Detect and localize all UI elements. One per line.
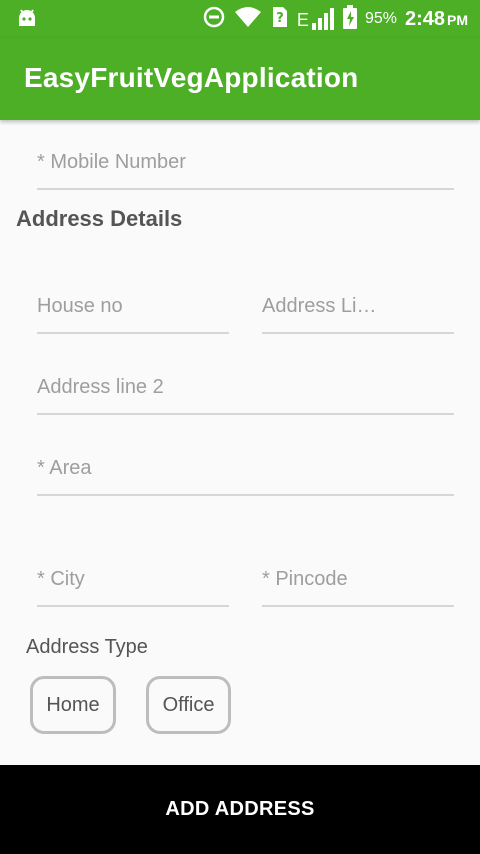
- bottom-action-bar: ADD ADDRESS: [0, 765, 480, 854]
- signal-icon: E: [297, 7, 335, 31]
- address-details-heading: Address Details: [16, 206, 183, 231]
- address-line2-field[interactable]: Address line 2: [37, 361, 454, 415]
- wifi-icon: [233, 6, 263, 33]
- address-type-office-button[interactable]: Office: [146, 676, 231, 734]
- mobile-number-field[interactable]: * Mobile Number: [37, 136, 454, 190]
- city-placeholder: * City: [37, 568, 85, 590]
- clock-ampm: PM: [447, 11, 468, 28]
- android-icon: [16, 8, 38, 33]
- battery-percent: 95%: [364, 10, 397, 27]
- pincode-placeholder: * Pincode: [262, 568, 348, 590]
- status-bar: ? E 95% 2:48 PM: [0, 0, 480, 38]
- battery-charging-icon: [342, 4, 357, 34]
- no-sim-icon: ?: [271, 5, 289, 34]
- network-type-label: E: [296, 10, 309, 30]
- area-field[interactable]: * Area: [37, 442, 454, 496]
- mobile-number-placeholder: * Mobile Number: [37, 151, 186, 173]
- area-placeholder: * Area: [37, 457, 92, 479]
- address-type-label: Address Type: [26, 636, 148, 658]
- address-type-home-button[interactable]: Home: [30, 676, 116, 734]
- pincode-field[interactable]: * Pincode: [262, 553, 454, 607]
- add-address-button[interactable]: ADD ADDRESS: [0, 765, 480, 854]
- house-no-placeholder: House no: [37, 295, 123, 317]
- address-form: * Mobile Number Address Details House no…: [0, 120, 480, 765]
- address-line1-field[interactable]: Address Li…: [262, 280, 454, 334]
- clock-time: 2:48: [404, 7, 445, 30]
- svg-text:?: ?: [276, 11, 284, 26]
- app-title: EasyFruitVegApplication: [24, 62, 359, 93]
- city-field[interactable]: * City: [37, 553, 229, 607]
- house-no-field[interactable]: House no: [37, 280, 229, 334]
- address-line2-placeholder: Address line 2: [37, 376, 164, 398]
- address-line1-placeholder: Address Li…: [262, 295, 377, 317]
- clock: 2:48 PM: [405, 8, 468, 31]
- do-not-disturb-icon: [203, 6, 225, 33]
- app-bar: EasyFruitVegApplication: [0, 38, 480, 120]
